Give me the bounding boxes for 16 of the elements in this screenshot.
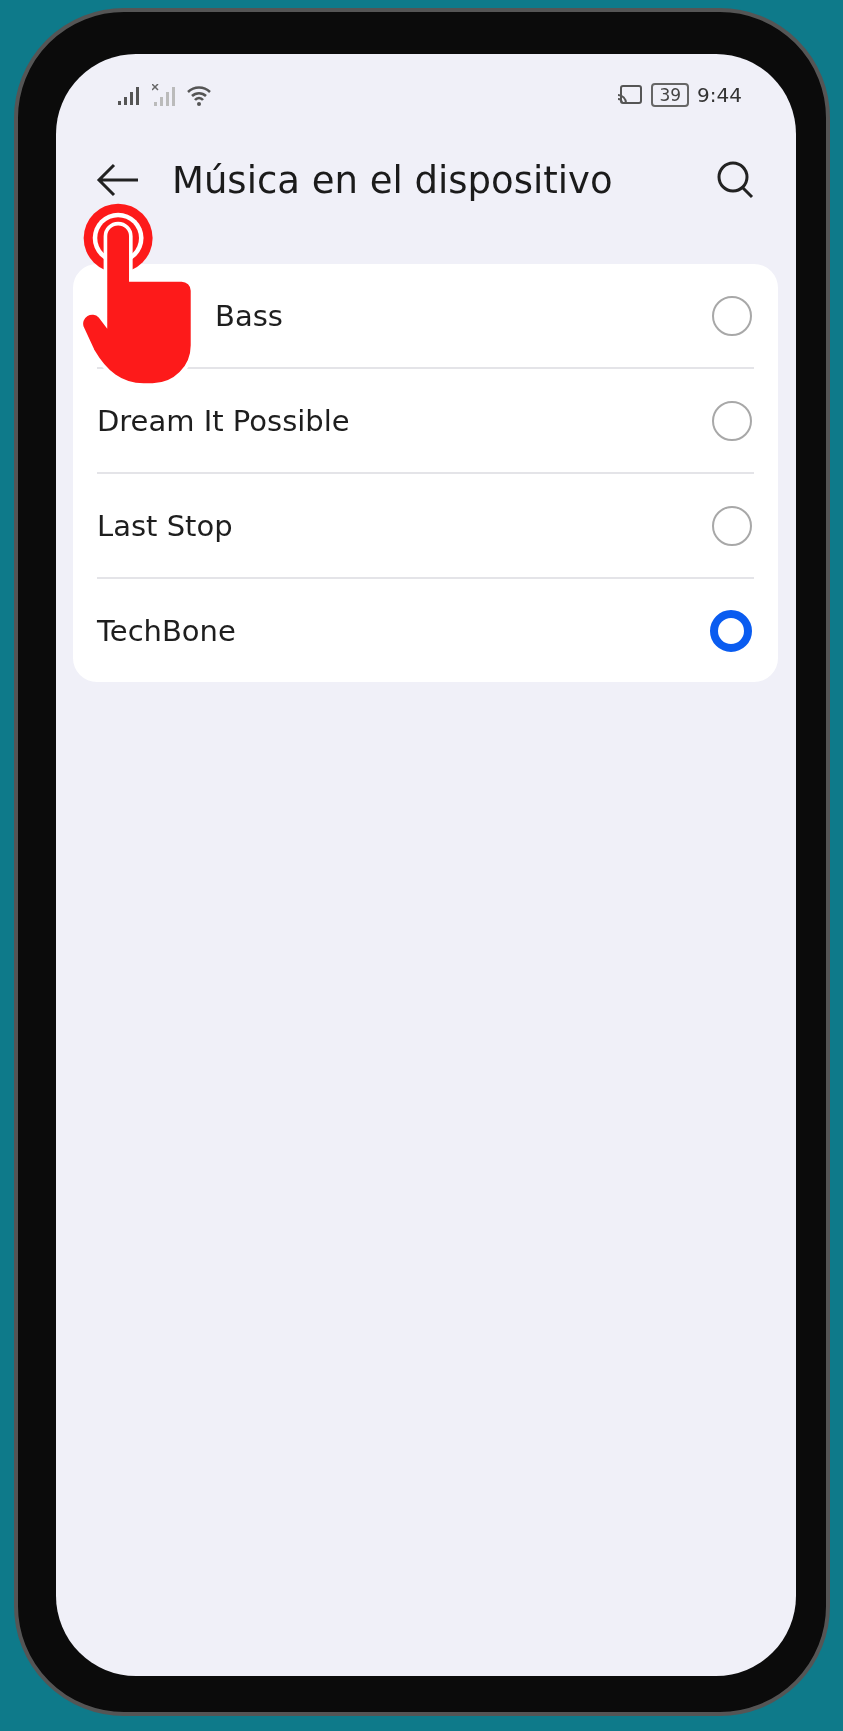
radio-button[interactable] (712, 505, 752, 546)
cast-icon (617, 85, 644, 105)
radio-button[interactable] (712, 400, 752, 441)
song-title: Dream It Possible (97, 403, 351, 438)
radio-button[interactable] (712, 295, 752, 336)
song-title: Last Stop (97, 508, 234, 543)
radio-button[interactable] (710, 609, 752, 652)
song-title: Bass (214, 298, 284, 333)
song-title: TechBone (97, 613, 237, 648)
battery-level: 39 (651, 83, 690, 107)
back-button[interactable] (96, 162, 140, 198)
no-signal-icon (152, 84, 178, 106)
wifi-icon (186, 84, 212, 106)
page-title: Música en el dispositivo (172, 158, 614, 202)
clock: 9:44 (697, 83, 742, 107)
search-button[interactable] (716, 160, 756, 200)
